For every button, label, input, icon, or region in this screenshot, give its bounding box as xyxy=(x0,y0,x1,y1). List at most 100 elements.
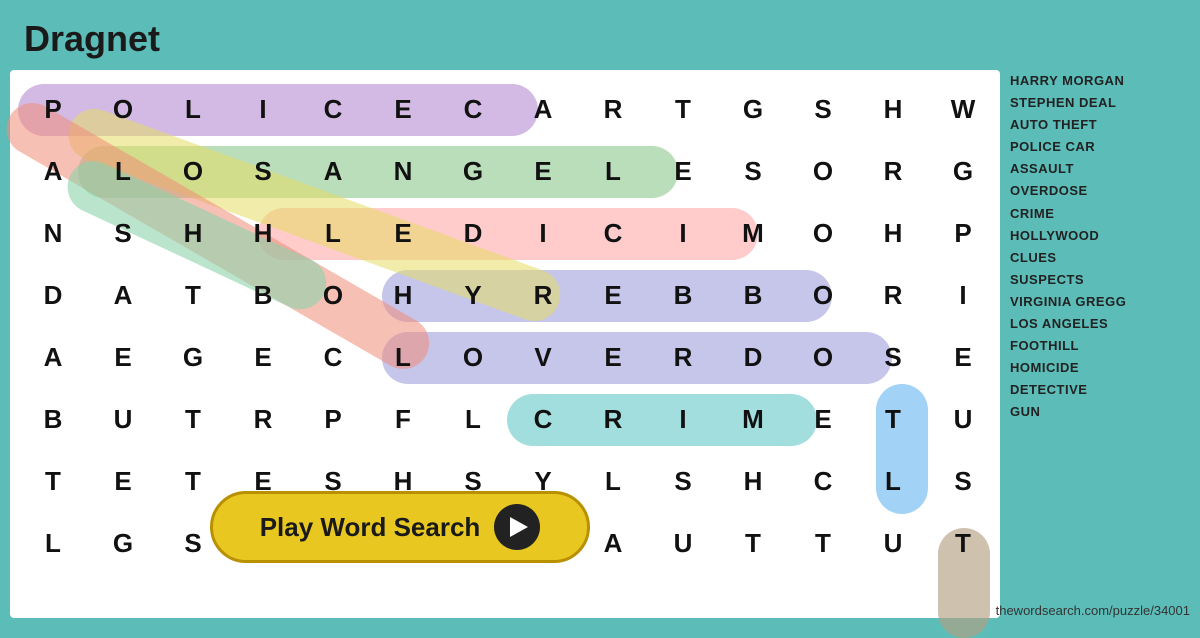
grid-cell[interactable]: C xyxy=(788,450,858,512)
grid-cell[interactable]: I xyxy=(508,202,578,264)
grid-cell[interactable]: L xyxy=(18,512,88,574)
grid-cell[interactable]: R xyxy=(858,140,928,202)
grid-cell[interactable]: S xyxy=(788,78,858,140)
grid-cell[interactable]: G xyxy=(928,140,998,202)
grid-cell[interactable]: U xyxy=(928,388,998,450)
grid-cell[interactable]: C xyxy=(578,202,648,264)
grid-cell[interactable]: L xyxy=(438,388,508,450)
grid-cell[interactable]: C xyxy=(298,78,368,140)
grid-cell[interactable]: T xyxy=(788,512,858,574)
grid-cell[interactable]: D xyxy=(18,264,88,326)
grid-cell[interactable]: D xyxy=(718,326,788,388)
grid-cell[interactable]: L xyxy=(298,202,368,264)
grid-cell[interactable]: G xyxy=(438,140,508,202)
grid-cell[interactable]: E xyxy=(368,202,438,264)
grid-cell[interactable]: B xyxy=(648,264,718,326)
grid-cell[interactable]: T xyxy=(158,388,228,450)
grid-cell[interactable]: B xyxy=(228,264,298,326)
grid-cell[interactable]: G xyxy=(158,326,228,388)
grid-cell[interactable]: D xyxy=(438,202,508,264)
grid-cell[interactable]: O xyxy=(788,326,858,388)
grid-cell[interactable]: A xyxy=(88,264,158,326)
grid-cell[interactable]: E xyxy=(578,326,648,388)
grid-cell[interactable]: R xyxy=(508,264,578,326)
grid-cell[interactable]: T xyxy=(928,512,998,574)
grid-cell[interactable]: S xyxy=(858,326,928,388)
grid-cell[interactable]: L xyxy=(578,140,648,202)
grid-cell[interactable]: G xyxy=(718,78,788,140)
grid-cell[interactable]: U xyxy=(858,512,928,574)
grid-cell[interactable]: P xyxy=(298,388,368,450)
grid-cell[interactable]: L xyxy=(88,140,158,202)
grid-cell[interactable]: S xyxy=(928,450,998,512)
grid-cell[interactable]: I xyxy=(228,78,298,140)
grid-cell[interactable]: T xyxy=(158,450,228,512)
grid-cell[interactable]: E xyxy=(928,326,998,388)
grid-cell[interactable]: H xyxy=(858,202,928,264)
grid-cell[interactable]: R xyxy=(578,78,648,140)
grid-cell[interactable]: L xyxy=(368,326,438,388)
grid-cell[interactable]: L xyxy=(158,78,228,140)
grid-cell[interactable]: E xyxy=(88,450,158,512)
grid-cell[interactable]: P xyxy=(928,202,998,264)
grid-cell[interactable]: I xyxy=(928,264,998,326)
grid-cell[interactable]: R xyxy=(858,264,928,326)
grid-cell[interactable]: S xyxy=(228,140,298,202)
grid-cell[interactable]: O xyxy=(788,264,858,326)
grid-cell[interactable]: L xyxy=(858,450,928,512)
grid-cell[interactable]: H xyxy=(368,264,438,326)
grid-cell[interactable]: P xyxy=(18,78,88,140)
grid-cell[interactable]: S xyxy=(88,202,158,264)
grid-cell[interactable]: S xyxy=(718,140,788,202)
grid-cell[interactable]: R xyxy=(228,388,298,450)
grid-cell[interactable]: A xyxy=(18,326,88,388)
grid-cell[interactable]: N xyxy=(368,140,438,202)
grid-cell[interactable]: B xyxy=(718,264,788,326)
grid-cell[interactable]: O xyxy=(158,140,228,202)
grid-cell[interactable]: O xyxy=(88,78,158,140)
grid-cell[interactable]: T xyxy=(648,78,718,140)
grid-cell[interactable]: U xyxy=(88,388,158,450)
grid-cell[interactable]: E xyxy=(508,140,578,202)
grid-cell[interactable]: H xyxy=(718,450,788,512)
grid-cell[interactable]: M xyxy=(718,202,788,264)
grid-cell[interactable]: C xyxy=(298,326,368,388)
grid-cell[interactable]: W xyxy=(928,78,998,140)
grid-cell[interactable]: T xyxy=(858,388,928,450)
grid-cell[interactable]: R xyxy=(578,388,648,450)
grid-cell[interactable]: T xyxy=(158,264,228,326)
grid-cell[interactable]: A xyxy=(298,140,368,202)
grid-cell[interactable]: O xyxy=(788,202,858,264)
grid-cell[interactable]: M xyxy=(718,388,788,450)
grid-cell[interactable]: C xyxy=(438,78,508,140)
grid-cell[interactable]: U xyxy=(648,512,718,574)
grid-cell[interactable]: T xyxy=(18,450,88,512)
grid-cell[interactable]: E xyxy=(578,264,648,326)
grid-cell[interactable]: I xyxy=(648,388,718,450)
grid-cell[interactable]: T xyxy=(718,512,788,574)
grid-cell[interactable]: E xyxy=(368,78,438,140)
grid-cell[interactable]: H xyxy=(228,202,298,264)
grid-cell[interactable]: G xyxy=(88,512,158,574)
grid-cell[interactable]: E xyxy=(648,140,718,202)
grid-cell[interactable]: C xyxy=(508,388,578,450)
grid-cell[interactable]: A xyxy=(18,140,88,202)
play-button[interactable]: Play Word Search xyxy=(210,491,590,563)
grid-cell[interactable]: V xyxy=(508,326,578,388)
grid-cell[interactable]: E xyxy=(88,326,158,388)
grid-cell[interactable]: N xyxy=(18,202,88,264)
grid-cell[interactable]: B xyxy=(18,388,88,450)
grid-cell[interactable]: O xyxy=(788,140,858,202)
grid-cell[interactable]: R xyxy=(648,326,718,388)
grid-cell[interactable]: L xyxy=(578,450,648,512)
grid-cell[interactable]: E xyxy=(228,326,298,388)
grid-cell[interactable]: H xyxy=(858,78,928,140)
grid-cell[interactable]: H xyxy=(158,202,228,264)
grid-cell[interactable]: O xyxy=(298,264,368,326)
grid-cell[interactable]: O xyxy=(438,326,508,388)
grid-cell[interactable]: E xyxy=(788,388,858,450)
grid-cell[interactable]: Y xyxy=(438,264,508,326)
grid-cell[interactable]: F xyxy=(368,388,438,450)
grid-cell[interactable]: A xyxy=(508,78,578,140)
grid-cell[interactable]: S xyxy=(648,450,718,512)
